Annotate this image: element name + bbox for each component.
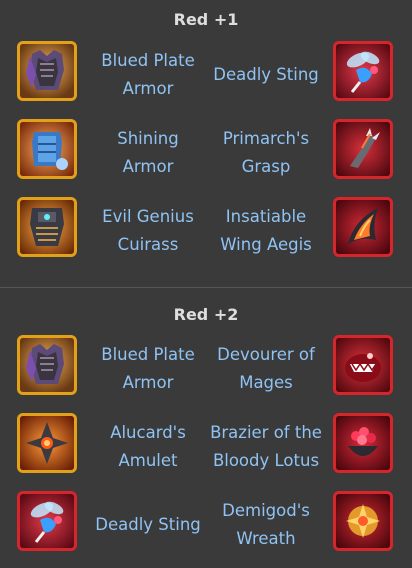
insatiable-wing-aegis-icon[interactable]: [333, 197, 393, 257]
brazier-of-the-bloody-lotus-icon[interactable]: [333, 413, 393, 473]
section-title: Red +1: [173, 10, 239, 29]
shining-armor-icon[interactable]: [17, 119, 77, 179]
item-row: Alucard's Amulet Brazier of the Bloody L…: [0, 413, 412, 483]
blued-plate-armor-icon[interactable]: [17, 41, 77, 101]
demigods-wreath-icon[interactable]: [333, 491, 393, 551]
alucards-amulet-icon[interactable]: [17, 413, 77, 473]
item-name: Devourer of Mages: [217, 345, 315, 392]
item-name: Demigod's Wreath: [222, 501, 310, 548]
primarchs-grasp-icon[interactable]: [333, 119, 393, 179]
item-name: Insatiable Wing Aegis: [220, 207, 312, 254]
evil-genius-cuirass-icon[interactable]: [17, 197, 77, 257]
section-red-plus-1: Red +1 Blued Plate Armor Deadly Sting Sh…: [0, 0, 412, 287]
item-row: Evil Genius Cuirass Insatiable Wing Aegi…: [0, 197, 412, 267]
item-name: Brazier of the Bloody Lotus: [210, 423, 322, 470]
devourer-of-mages-icon[interactable]: [333, 335, 393, 395]
item-name: Deadly Sting: [213, 65, 319, 84]
item-name: Blued Plate Armor: [101, 345, 195, 392]
section-red-plus-2: Red +2 Blued Plate Armor Devourer of Mag…: [0, 287, 412, 568]
blued-plate-armor-icon[interactable]: [17, 335, 77, 395]
section-title: Red +2: [173, 305, 239, 324]
item-row: Deadly Sting Demigod's Wreath: [0, 491, 412, 561]
item-name: Primarch's Grasp: [222, 129, 310, 176]
item-row: Blued Plate Armor Deadly Sting: [0, 41, 412, 111]
item-name: Alucard's Amulet: [110, 423, 186, 470]
item-name: Shining Armor: [117, 129, 179, 176]
item-row: Shining Armor Primarch's Grasp: [0, 119, 412, 189]
item-name: Deadly Sting: [95, 515, 201, 534]
item-name: Blued Plate Armor: [101, 51, 195, 98]
item-name: Evil Genius Cuirass: [102, 207, 194, 254]
item-row: Blued Plate Armor Devourer of Mages: [0, 335, 412, 405]
deadly-sting-icon[interactable]: [17, 491, 77, 551]
deadly-sting-icon[interactable]: [333, 41, 393, 101]
